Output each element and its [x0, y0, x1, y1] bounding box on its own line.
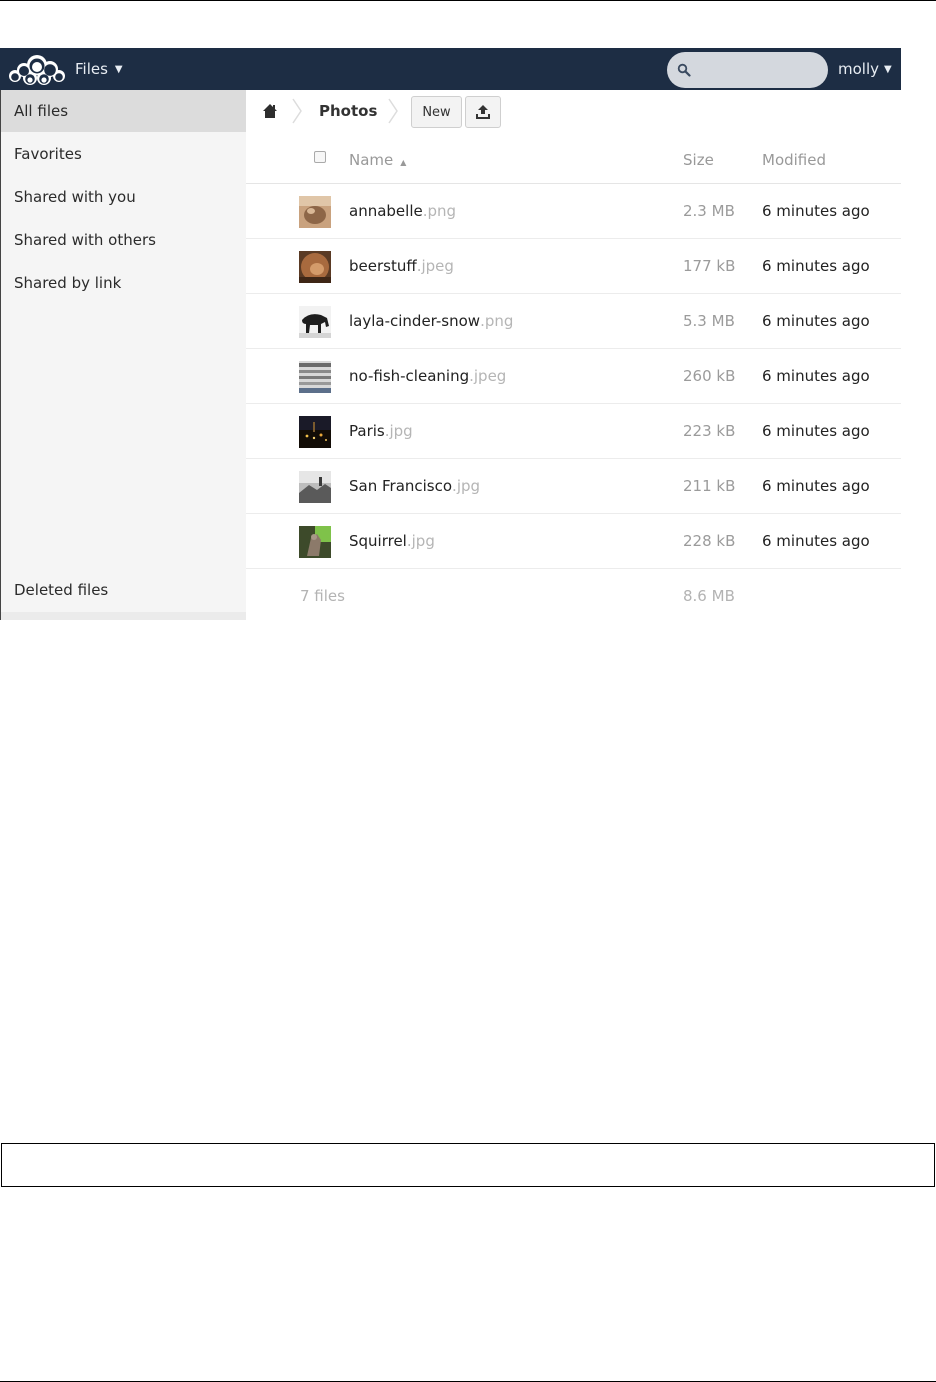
- table-row[interactable]: annabelle .png 2.3 MB 6 minutes ago: [246, 184, 901, 239]
- user-name: molly: [838, 60, 880, 78]
- file-extension: .jpg: [406, 532, 435, 550]
- file-name[interactable]: San Francisco .jpg: [349, 459, 480, 513]
- file-size: 223 kB: [683, 422, 736, 440]
- image-thumbnail: [299, 196, 331, 228]
- top-header-bar: Files ▼ molly ▼: [0, 48, 901, 90]
- user-menu-button[interactable]: molly ▼: [838, 48, 892, 90]
- owncloud-logo-icon[interactable]: [6, 52, 68, 86]
- file-name[interactable]: layla-cinder-snow .png: [349, 294, 513, 348]
- sidebar-item-favorites[interactable]: Favorites: [1, 133, 246, 175]
- table-row[interactable]: beerstuff .jpeg 177 kB 6 minutes ago: [246, 239, 901, 294]
- image-thumbnail: [299, 416, 331, 448]
- select-all-checkbox[interactable]: [314, 151, 326, 163]
- file-name[interactable]: Paris .jpg: [349, 404, 413, 458]
- sidebar-item-all-files[interactable]: All files: [1, 90, 246, 132]
- file-name[interactable]: annabelle .png: [349, 184, 456, 238]
- file-list-header: Name ▲ Size Modified: [246, 140, 901, 184]
- summary-total-size: 8.6 MB: [683, 586, 735, 605]
- file-size: 228 kB: [683, 532, 736, 550]
- sidebar-item-shared-with-you[interactable]: Shared with you: [1, 176, 246, 218]
- new-button-label: New: [422, 104, 451, 120]
- table-row[interactable]: Paris .jpg 223 kB 6 minutes ago: [246, 404, 901, 459]
- file-basename: layla-cinder-snow: [349, 312, 481, 330]
- sidebar-item-label: Deleted files: [14, 581, 109, 599]
- file-modified: 6 minutes ago: [762, 312, 870, 330]
- file-modified: 6 minutes ago: [762, 367, 870, 385]
- upload-icon: [476, 105, 490, 119]
- sidebar-item-label: Shared by link: [14, 274, 122, 292]
- file-extension: .jpg: [452, 477, 481, 495]
- file-basename: San Francisco: [349, 477, 453, 495]
- file-modified: 6 minutes ago: [762, 202, 870, 220]
- file-name[interactable]: no-fish-cleaning .jpeg: [349, 349, 506, 403]
- chevron-down-icon: ▼: [114, 63, 123, 75]
- file-modified: 6 minutes ago: [762, 532, 870, 550]
- file-size: 5.3 MB: [683, 312, 735, 330]
- app-menu-button[interactable]: Files ▼: [75, 48, 123, 90]
- table-row[interactable]: San Francisco .jpg 211 kB 6 minutes ago: [246, 459, 901, 514]
- file-size: 260 kB: [683, 367, 736, 385]
- search-box[interactable]: [667, 52, 828, 88]
- sidebar-footer-strip: [1, 612, 246, 620]
- file-basename: Squirrel: [349, 532, 407, 550]
- table-row[interactable]: no-fish-cleaning .jpeg 260 kB 6 minutes a…: [246, 349, 901, 404]
- file-extension: .png: [480, 312, 514, 330]
- file-extension: .jpg: [384, 422, 413, 440]
- owncloud-window: Files ▼ molly ▼ All files Favorites Shar…: [0, 48, 901, 620]
- sidebar-item-label: All files: [14, 102, 69, 120]
- file-modified: 6 minutes ago: [762, 422, 870, 440]
- file-size: 2.3 MB: [683, 202, 735, 220]
- search-input[interactable]: [697, 62, 817, 78]
- search-icon: [677, 63, 691, 77]
- file-extension: .jpeg: [469, 367, 507, 385]
- home-icon[interactable]: [262, 103, 278, 119]
- sidebar-item-deleted-files[interactable]: Deleted files: [1, 569, 246, 611]
- sidebar-item-label: Shared with others: [14, 231, 156, 249]
- breadcrumb-label: Photos: [319, 102, 378, 120]
- sidebar-item-shared-with-others[interactable]: Shared with others: [1, 219, 246, 261]
- file-name[interactable]: beerstuff .jpeg: [349, 239, 454, 293]
- page-top-rule: [0, 0, 936, 1]
- column-header-name-label: Name: [349, 151, 394, 169]
- column-header-size-label: Size: [683, 151, 714, 169]
- column-header-name[interactable]: Name ▲: [349, 140, 406, 180]
- image-thumbnail: [299, 306, 331, 338]
- image-thumbnail: [299, 361, 331, 393]
- sidebar-item-shared-by-link[interactable]: Shared by link: [1, 262, 246, 304]
- sort-ascending-icon: ▲: [400, 157, 407, 167]
- app-navigation-sidebar: All files Favorites Shared with you Shar…: [0, 90, 246, 620]
- file-basename: no-fish-cleaning: [349, 367, 470, 385]
- upload-button[interactable]: [465, 96, 501, 128]
- sidebar-item-label: Shared with you: [14, 188, 136, 206]
- file-basename: annabelle: [349, 202, 423, 220]
- table-row[interactable]: layla-cinder-snow .png 5.3 MB 6 minutes a…: [246, 294, 901, 349]
- image-thumbnail: [299, 471, 331, 503]
- chevron-down-icon: ▼: [884, 63, 892, 75]
- app-menu-label: Files: [75, 60, 108, 78]
- sidebar-item-label: Favorites: [14, 145, 82, 163]
- file-name[interactable]: Squirrel .jpg: [349, 514, 435, 568]
- file-extension: .png: [422, 202, 457, 220]
- file-basename: beerstuff: [349, 257, 417, 275]
- file-modified: 6 minutes ago: [762, 477, 870, 495]
- file-extension: .jpeg: [416, 257, 454, 275]
- image-thumbnail: [299, 251, 331, 283]
- summary-file-count: 7 files: [300, 586, 345, 605]
- file-basename: Paris: [349, 422, 385, 440]
- breadcrumb-photos[interactable]: Photos: [319, 90, 377, 132]
- new-button[interactable]: New: [411, 96, 462, 128]
- file-list-summary: 7 files 8.6 MB: [246, 573, 901, 618]
- column-header-modified-label: Modified: [762, 151, 827, 169]
- file-size: 211 kB: [683, 477, 736, 495]
- file-size: 177 kB: [683, 257, 736, 275]
- image-thumbnail: [299, 526, 331, 558]
- breadcrumb-separator-icon: [292, 98, 302, 124]
- caption-box: [1, 1143, 935, 1187]
- table-row[interactable]: Squirrel .jpg 228 kB 6 minutes ago: [246, 514, 901, 569]
- controls-bar: Photos New: [246, 90, 901, 132]
- column-header-modified[interactable]: Modified: [762, 140, 826, 180]
- column-header-size[interactable]: Size: [683, 140, 714, 180]
- breadcrumb-separator-icon: [388, 98, 398, 124]
- file-modified: 6 minutes ago: [762, 257, 870, 275]
